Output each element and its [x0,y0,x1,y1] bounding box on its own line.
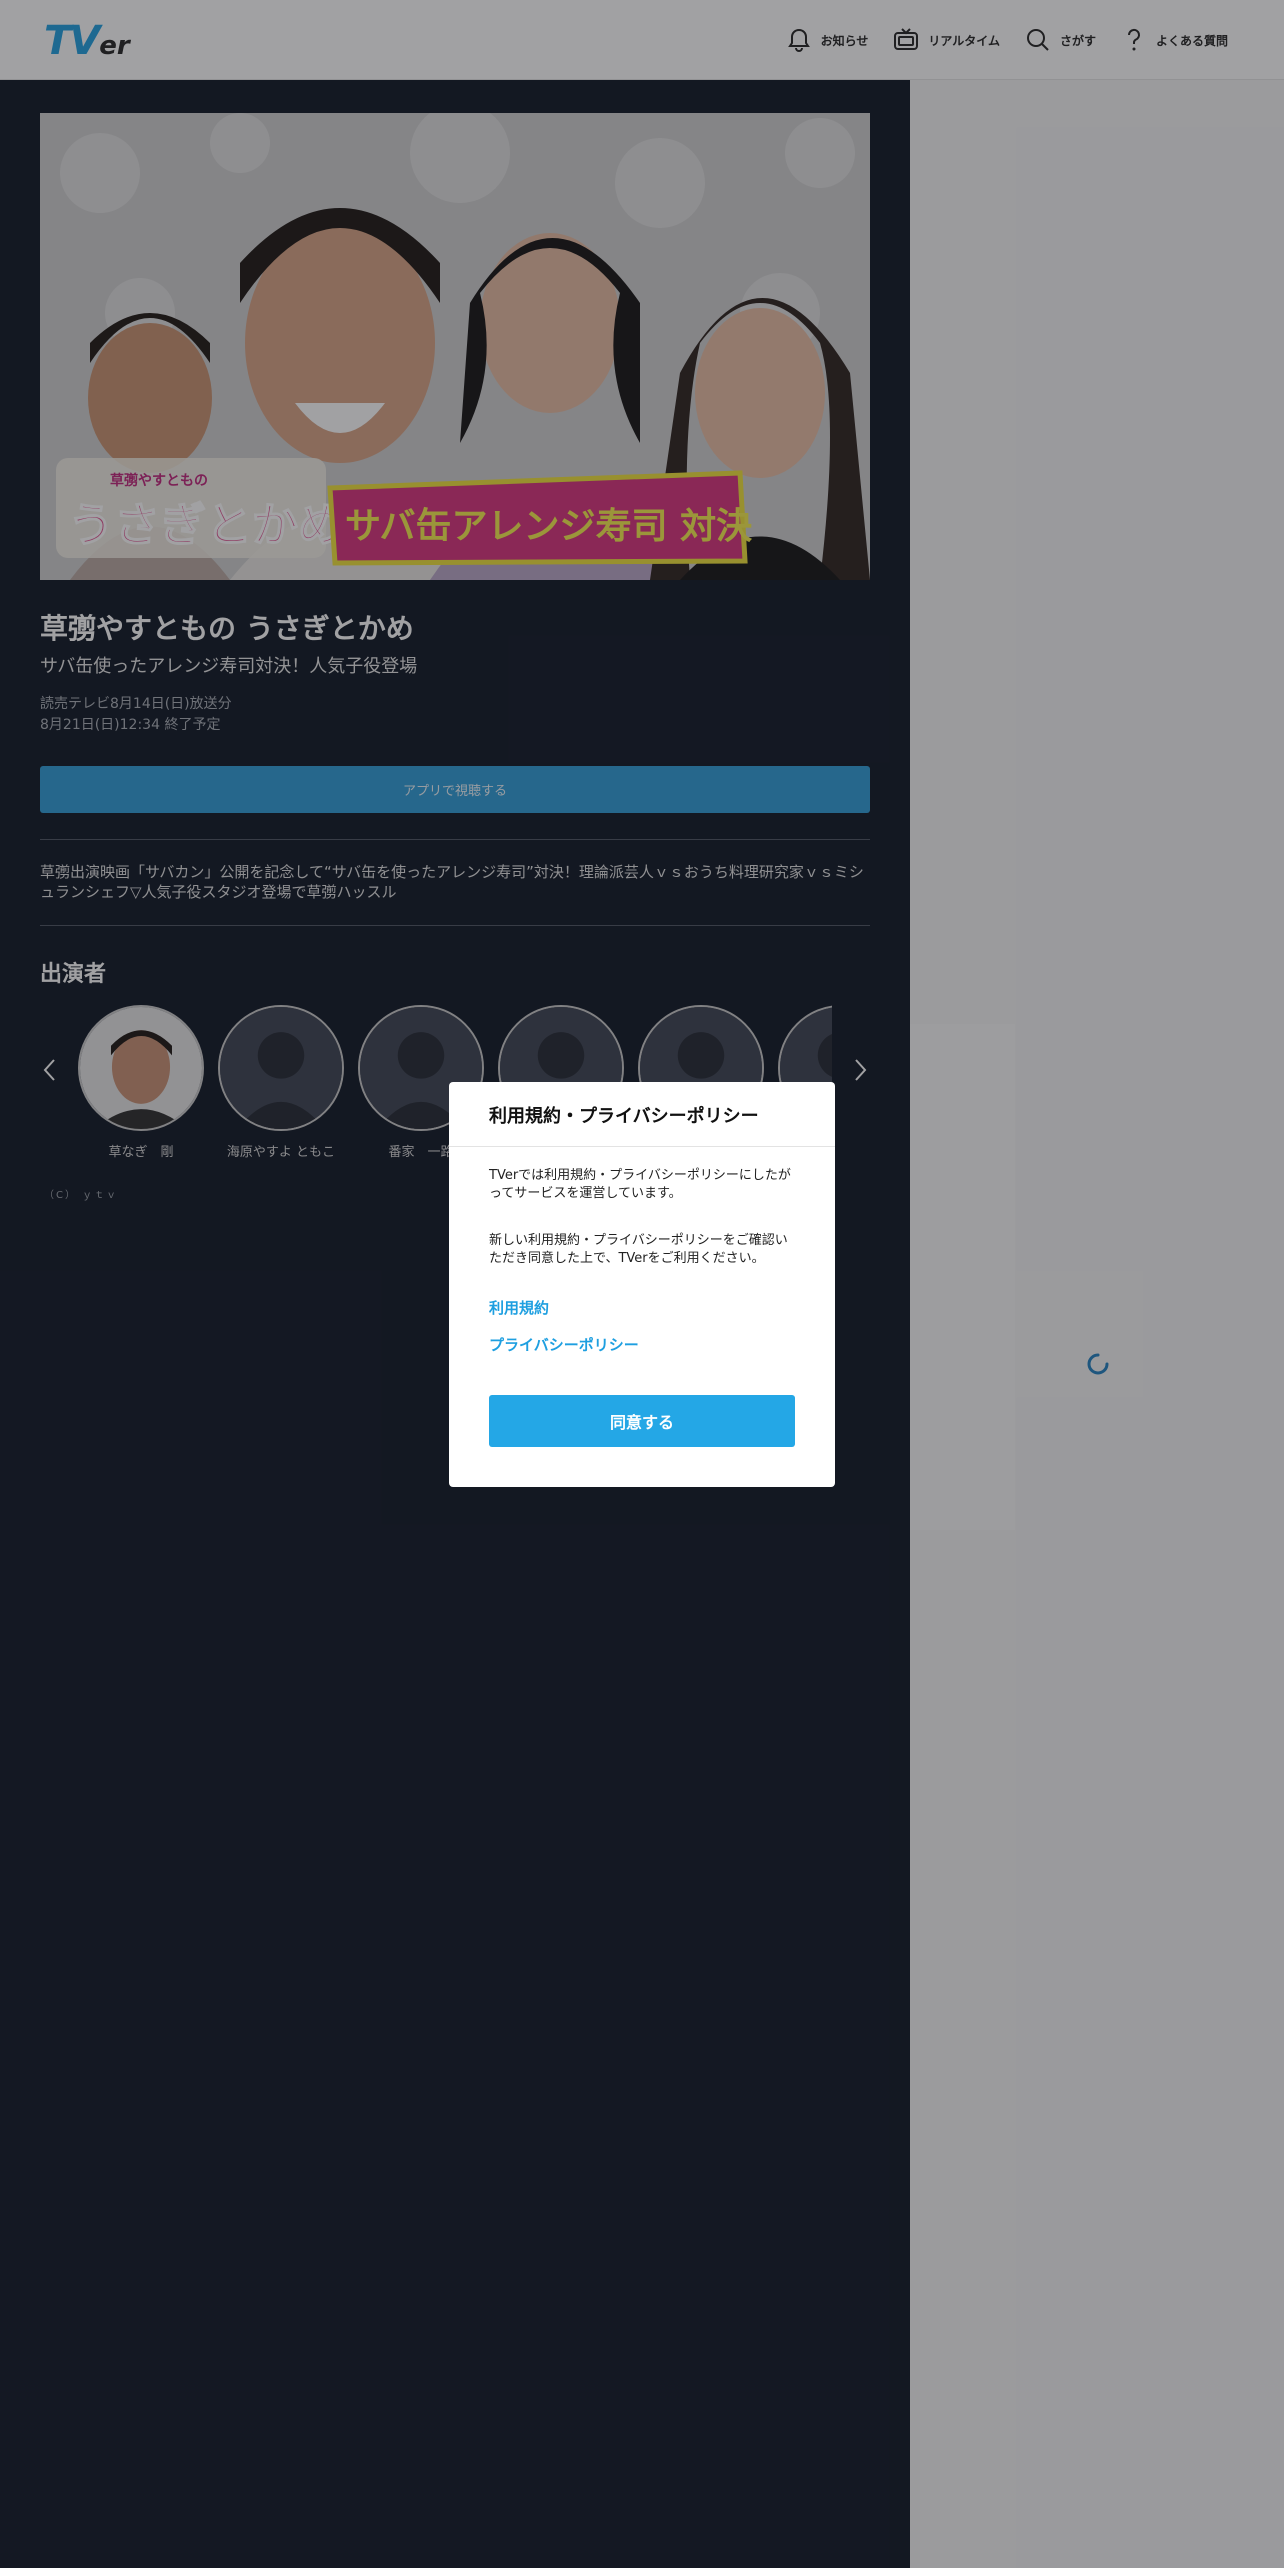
modal-divider [449,1146,835,1147]
privacy-policy-link[interactable]: プライバシーポリシー [489,1334,639,1355]
modal-paragraph-1: TVerでは利用規約・プライバシーポリシーにしたがってサービスを運営しています。 [489,1168,791,1201]
modal-title: 利用規約・プライバシーポリシー [489,1106,759,1127]
terms-link[interactable]: 利用規約 [489,1297,549,1318]
terms-modal: 利用規約・プライバシーポリシー TVerでは利用規約・プライバシーポリシーにした… [449,1082,835,1487]
modal-paragraph-2: 新しい利用規約・プライバシーポリシーをご確認いただき同意した上で、TVerをご利… [489,1233,788,1266]
agree-button[interactable]: 同意する [489,1395,795,1447]
